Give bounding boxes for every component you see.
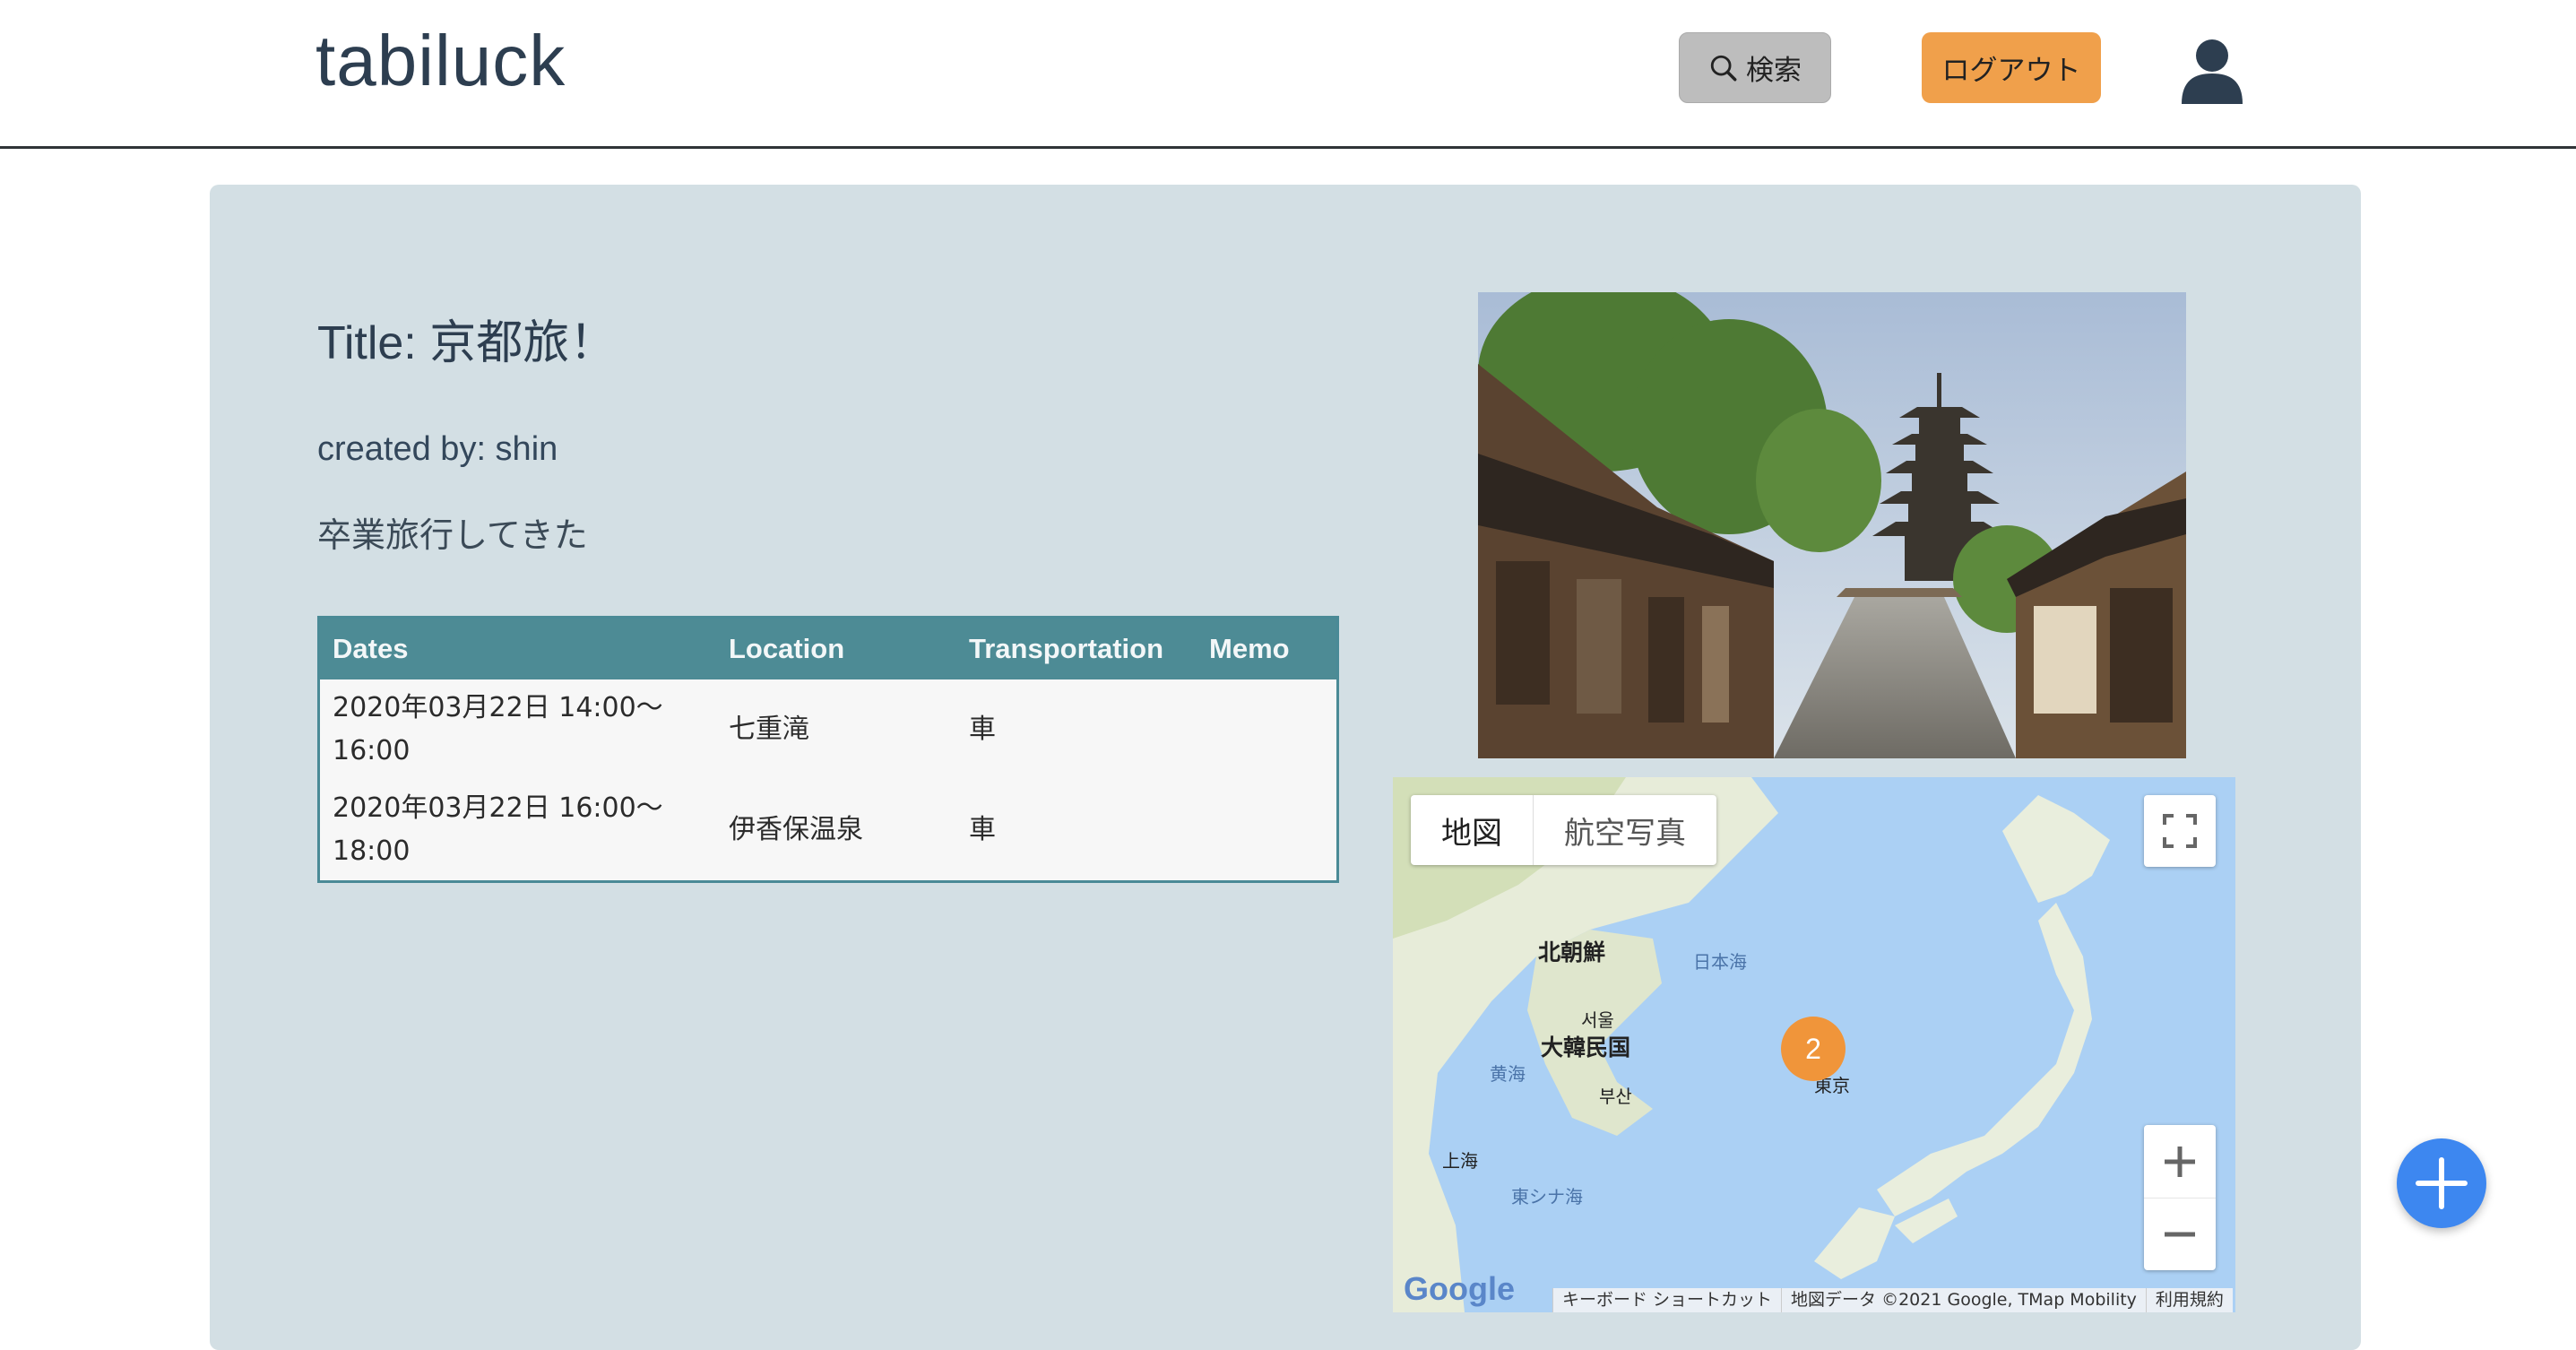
plus-icon xyxy=(2165,1146,2195,1177)
date-line: 18:00 xyxy=(333,835,411,867)
map-label-shanghai: 上海 xyxy=(1442,1152,1478,1172)
map-label-yellow-sea: 黄海 xyxy=(1490,1065,1526,1085)
cell-dates: 2020年03月22日 16:00〜 18:00 xyxy=(319,780,717,882)
marker-count: 2 xyxy=(1805,1032,1821,1065)
map-cluster-marker[interactable]: 2 xyxy=(1781,1017,1846,1081)
cell-location: 伊香保温泉 xyxy=(729,814,863,845)
map-label-busan: 부산 xyxy=(1599,1087,1632,1107)
table-header-row: Dates Location Transportation Memo xyxy=(318,617,1338,679)
search-button[interactable]: 検索 xyxy=(1679,32,1831,103)
cell-memo xyxy=(1197,780,1338,882)
map-attribution: キーボード ショートカット 地図データ ©2021 Google, TMap M… xyxy=(1552,1288,2233,1312)
header-dates: Dates xyxy=(318,617,716,679)
add-post-button[interactable] xyxy=(2397,1138,2486,1228)
date-line: 2020年03月22日 16:00〜 xyxy=(333,792,663,824)
date-line: 16:00 xyxy=(333,735,411,766)
zoom-control xyxy=(2144,1125,2216,1270)
itinerary-table: Dates Location Transportation Memo 2020年… xyxy=(317,616,1339,883)
cell-dates: 2020年03月22日 14:00〜 16:00 xyxy=(319,679,717,780)
cell-transportation: 車 xyxy=(969,814,996,845)
logout-button-label: ログアウト xyxy=(1941,55,2081,87)
minus-icon xyxy=(2165,1232,2195,1236)
post-description: 卒業旅行してきた xyxy=(317,515,588,555)
fullscreen-icon xyxy=(2163,814,2197,848)
map-label-south-korea: 大韓民国 xyxy=(1541,1035,1631,1060)
keyboard-shortcuts-link[interactable]: キーボード ショートカット xyxy=(1552,1288,1782,1312)
post-author: created by: shin xyxy=(317,430,558,468)
trip-map[interactable]: 地図 航空写真 北朝鮮 서울 大韓民国 부산 日本海 黄海 上海 東シナ海 東京… xyxy=(1393,777,2235,1312)
table-row: 2020年03月22日 16:00〜 18:00 伊香保温泉 車 xyxy=(319,780,1338,882)
google-logo: Google xyxy=(1404,1270,1515,1307)
zoom-out-button[interactable] xyxy=(2144,1199,2216,1270)
plus-icon xyxy=(2416,1157,2468,1209)
map-type-satellite[interactable]: 航空写真 xyxy=(1533,795,1716,865)
map-label-sea-of-japan: 日本海 xyxy=(1693,953,1747,973)
map-label-seoul: 서울 xyxy=(1581,1011,1614,1031)
header-memo: Memo xyxy=(1197,617,1338,679)
app-logo[interactable]: tabiluck xyxy=(316,20,566,102)
terms-link[interactable]: 利用規約 xyxy=(2145,1288,2233,1312)
map-label-east-china-sea: 東シナ海 xyxy=(1511,1188,1583,1207)
zoom-in-button[interactable] xyxy=(2144,1126,2216,1199)
trip-photo xyxy=(1478,292,2186,758)
map-data-attribution: 地図データ ©2021 Google, TMap Mobility xyxy=(1781,1288,2146,1312)
search-button-label: 検索 xyxy=(1746,55,1802,87)
cell-transportation: 車 xyxy=(969,714,996,745)
header-location: Location xyxy=(716,617,956,679)
header-transportation: Transportation xyxy=(956,617,1197,679)
logout-button[interactable]: ログアウト xyxy=(1922,32,2101,103)
post-title: Title: 京都旅！ xyxy=(317,317,617,369)
cell-location: 七重滝 xyxy=(729,714,809,745)
search-icon xyxy=(1710,55,1737,81)
map-type-control[interactable]: 地図 航空写真 xyxy=(1411,795,1716,865)
fullscreen-button[interactable] xyxy=(2144,795,2216,867)
table-row: 2020年03月22日 14:00〜 16:00 七重滝 車 xyxy=(319,679,1338,780)
date-line: 2020年03月22日 14:00〜 xyxy=(333,692,663,723)
top-header: tabiluck 検索 ログアウト xyxy=(0,0,2576,149)
user-avatar-icon[interactable] xyxy=(2178,36,2246,104)
map-type-roadmap[interactable]: 地図 xyxy=(1411,795,1533,865)
map-label-north-korea: 北朝鮮 xyxy=(1538,940,1606,965)
cell-memo xyxy=(1197,679,1338,780)
